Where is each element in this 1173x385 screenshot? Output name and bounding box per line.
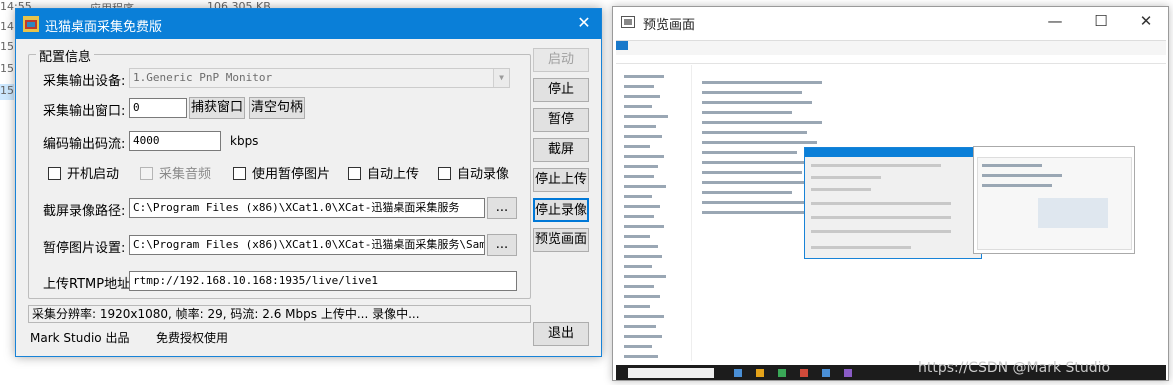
start-button[interactable]: 启动 bbox=[533, 48, 589, 72]
device-label: 采集输出设备: bbox=[43, 74, 126, 89]
stop-button[interactable]: 停止 bbox=[533, 78, 589, 102]
capture-dialog: 迅猫桌面采集免费版 ✕ 配置信息 采集输出设备: 1.Generic PnP M… bbox=[15, 8, 602, 357]
preview-title: 预览画面 bbox=[643, 18, 696, 33]
auto-record-checkbox[interactable]: 自动录像 bbox=[438, 163, 509, 182]
picture-icon bbox=[621, 16, 635, 28]
exit-button[interactable]: 退出 bbox=[533, 322, 589, 346]
chevron-down-icon[interactable]: ▼ bbox=[493, 69, 509, 87]
preview-close-button[interactable]: ✕ bbox=[1123, 7, 1169, 37]
stop-record-button[interactable]: 停止录像 bbox=[533, 198, 589, 222]
mini-capture-dialog bbox=[804, 147, 982, 259]
preview-title-bar[interactable]: 预览画面 — ☐ ✕ bbox=[613, 7, 1168, 37]
checkbox-box[interactable] bbox=[348, 167, 361, 180]
bitrate-unit: kbps bbox=[230, 134, 259, 148]
pause-image-browse-button[interactable]: ... bbox=[487, 234, 517, 256]
rtmp-url-field[interactable]: rtmp://192.168.10.168:1935/live/live1 bbox=[129, 271, 517, 291]
preview-window: 预览画面 — ☐ ✕ bbox=[612, 6, 1169, 381]
audio-checkbox[interactable]: 采集音频 bbox=[140, 163, 211, 182]
maximize-button[interactable]: ☐ bbox=[1078, 7, 1124, 37]
capture-window-button[interactable]: 捕获窗口 bbox=[189, 97, 245, 119]
window-handle-field[interactable]: 0 bbox=[129, 98, 187, 118]
checkbox-box[interactable] bbox=[233, 167, 246, 180]
preview-image bbox=[616, 40, 1166, 380]
license-label: 免费授权使用 bbox=[156, 331, 229, 345]
auto-upload-checkbox[interactable]: 自动上传 bbox=[348, 163, 419, 182]
checkbox-box[interactable] bbox=[438, 167, 451, 180]
checkbox-box[interactable] bbox=[140, 167, 153, 180]
checkbox-box[interactable] bbox=[48, 167, 61, 180]
bitrate-field[interactable]: 4000 bbox=[129, 131, 221, 151]
clear-handle-button[interactable]: 清空句柄 bbox=[249, 97, 305, 119]
cat-app-icon bbox=[23, 16, 39, 32]
pause-image-label: 暂停图片设置: bbox=[43, 241, 126, 256]
device-select[interactable]: 1.Generic PnP Monitor ▼ bbox=[129, 68, 510, 88]
stop-upload-button[interactable]: 停止上传 bbox=[533, 168, 589, 192]
minimize-button[interactable]: — bbox=[1032, 7, 1078, 37]
record-path-field[interactable]: C:\Program Files (x86)\XCat1.0\XCat-迅猫桌面… bbox=[129, 198, 485, 218]
config-group-title: 配置信息 bbox=[36, 46, 95, 65]
pause-image-checkbox[interactable]: 使用暂停图片 bbox=[233, 163, 330, 182]
autostart-checkbox[interactable]: 开机启动 bbox=[48, 163, 119, 182]
mini-nav-tree bbox=[616, 65, 692, 361]
brand-label: Mark Studio 出品 bbox=[30, 331, 130, 345]
preview-button[interactable]: 预览画面 bbox=[533, 228, 589, 252]
title-bar[interactable]: 迅猫桌面采集免费版 ✕ bbox=[16, 9, 601, 39]
device-select-value: 1.Generic PnP Monitor bbox=[133, 71, 273, 84]
rtmp-label: 上传RTMP地址: bbox=[43, 277, 135, 292]
bitrate-label: 编码输出码流: bbox=[43, 137, 126, 152]
screenshot-button[interactable]: 截屏 bbox=[533, 138, 589, 162]
close-button[interactable]: ✕ bbox=[567, 9, 601, 39]
watermark: https://CSDN @Mark Studio bbox=[918, 360, 1111, 376]
mini-preview-window bbox=[973, 146, 1135, 254]
pause-button[interactable]: 暂停 bbox=[533, 108, 589, 132]
status-bar: 采集分辨率: 1920x1080, 帧率: 29, 码流: 2.6 Mbps 上… bbox=[28, 305, 531, 323]
window-label: 采集输出窗口: bbox=[43, 104, 126, 119]
mini-address-bar bbox=[616, 55, 1166, 64]
pause-image-field[interactable]: C:\Program Files (x86)\XCat1.0\XCat-迅猫桌面… bbox=[129, 235, 485, 255]
window-title: 迅猫桌面采集免费版 bbox=[45, 20, 163, 35]
record-path-label: 截屏录像路径: bbox=[43, 204, 126, 219]
record-path-browse-button[interactable]: ... bbox=[487, 197, 517, 219]
